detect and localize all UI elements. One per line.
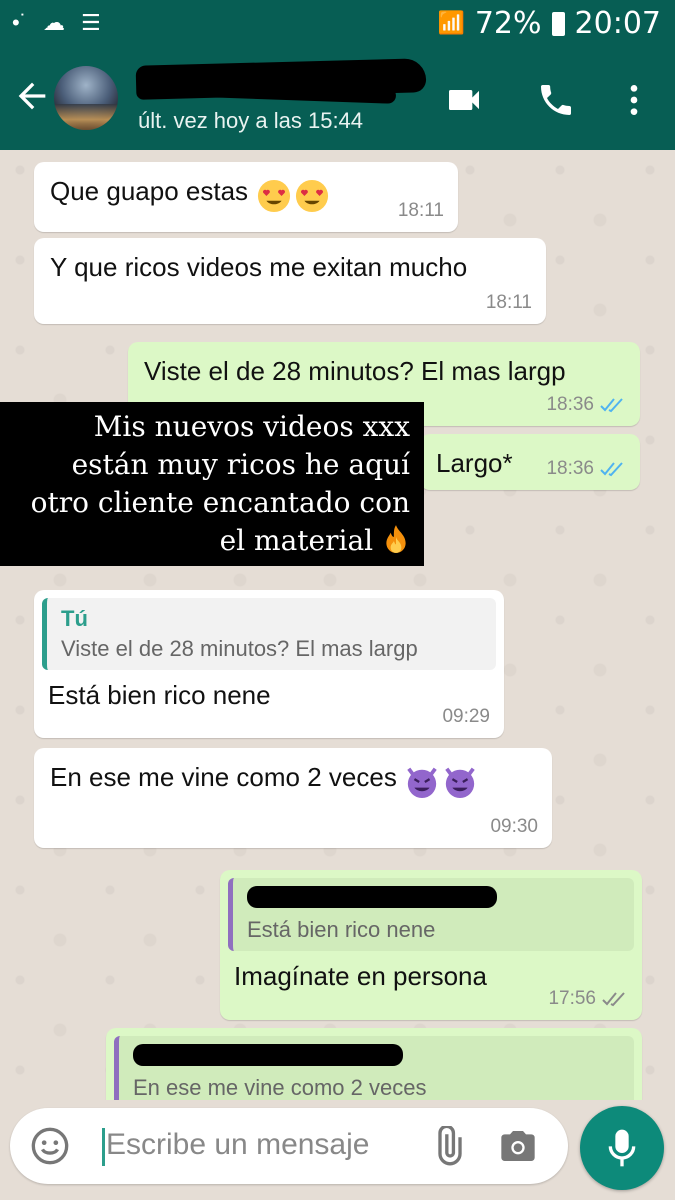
message-text: Largo*: [436, 448, 513, 478]
quote-text: Viste el de 28 minutos? El mas largp: [61, 636, 418, 661]
message-incoming[interactable]: En ese me vine como 2 veces 09:30: [34, 748, 552, 848]
story-caption-overlay: Mis nuevos videos xxx están muy ricos he…: [0, 402, 424, 566]
message-incoming[interactable]: Que guapo estas 18:11: [34, 162, 458, 232]
menu-icon: ☰: [81, 10, 101, 35]
message-meta: 18:36: [546, 458, 626, 480]
message-time: 09:29: [442, 706, 490, 727]
message-meta: 18:36: [546, 394, 626, 416]
video-call-icon[interactable]: [444, 80, 484, 120]
caption-line: Mis nuevos videos xxx: [93, 410, 410, 443]
smiley-icon[interactable]: [30, 1126, 70, 1166]
heart-eyes-emoji: [295, 179, 328, 212]
quote-author: Tú: [61, 606, 88, 631]
message-time: 18:36: [546, 458, 594, 479]
message-text: Viste el de 28 minutos? El mas largp: [144, 356, 566, 386]
status-right: 📶 72% 20:07: [437, 6, 661, 41]
message-text: Imagínate en persona: [234, 961, 487, 991]
wifi-icon: 📶: [437, 11, 465, 36]
message-time: 17:56: [548, 988, 596, 1009]
message-outgoing-reply[interactable]: Está bien rico nene Imagínate en persona…: [220, 870, 642, 1020]
message-outgoing-reply[interactable]: En ese me vine como 2 veces: [106, 1028, 642, 1100]
quote-text: En ese me vine como 2 veces: [133, 1075, 427, 1100]
delivered-ticks-icon: [602, 992, 625, 1007]
last-seen: últ. vez hoy a las 15:44: [138, 108, 364, 133]
message-time: 18:11: [485, 292, 532, 313]
message-meta: 17:56: [548, 988, 628, 1010]
message-incoming-reply[interactable]: Tú Viste el de 28 minutos? El mas largp …: [34, 590, 504, 738]
fire-emoji: [386, 525, 406, 553]
redaction-scribble: [133, 1044, 403, 1066]
attach-icon[interactable]: [428, 1126, 468, 1166]
chat-area[interactable]: Que guapo estas 18:11 Y que ricos videos…: [0, 150, 675, 1100]
message-incoming[interactable]: Y que ricos videos me exitan mucho 18:11: [34, 238, 546, 324]
message-meta: 09:29: [442, 706, 490, 728]
quote-author-redacted: [247, 886, 620, 913]
caption-line-text: el material: [219, 524, 374, 557]
heart-eyes-emoji: [257, 179, 290, 212]
message-text: En ese me vine como 2 veces: [50, 762, 397, 792]
camera-icon[interactable]: [498, 1126, 538, 1166]
quoted-message[interactable]: Está bien rico nene: [228, 878, 634, 951]
message-time: 09:30: [490, 816, 538, 837]
message-meta: 09:30: [490, 816, 538, 838]
avatar[interactable]: [54, 66, 118, 130]
chat-header: últ. vez hoy a las 15:44: [0, 46, 675, 150]
status-bar: •˙ ☁ ☰ 📶 72% 20:07: [0, 0, 675, 46]
battery-percent: 72%: [474, 6, 542, 41]
back-arrow-icon[interactable]: [12, 76, 52, 116]
message-time: 18:11: [397, 200, 444, 221]
read-ticks-icon: [600, 462, 623, 477]
message-meta: 18:11: [486, 292, 532, 314]
smiling-devil-emoji: [407, 767, 438, 798]
more-options-icon[interactable]: [614, 80, 654, 120]
quoted-message[interactable]: Tú Viste el de 28 minutos? El mas largp: [42, 598, 496, 670]
caption-line: otro cliente encantado con: [30, 486, 410, 519]
message-input[interactable]: Escribe un mensaje: [106, 1128, 369, 1162]
dots-icon: •˙: [12, 10, 28, 35]
read-ticks-icon: [600, 398, 623, 413]
quote-author-redacted: [133, 1044, 620, 1071]
message-composer[interactable]: Escribe un mensaje: [10, 1108, 568, 1184]
quoted-message[interactable]: En ese me vine como 2 veces: [114, 1036, 634, 1100]
message-meta: 18:11: [398, 200, 444, 222]
phone-icon[interactable]: [536, 80, 576, 120]
message-time: 18:36: [546, 394, 594, 415]
message-text: Y que ricos videos me exitan mucho: [50, 252, 468, 282]
caption-line: el material: [10, 522, 410, 560]
message-text: Está bien rico nene: [48, 680, 271, 710]
smiling-devil-emoji: [445, 767, 476, 798]
contact-name-redacted[interactable]: [135, 58, 427, 104]
mic-icon: [608, 1129, 636, 1167]
clock: 20:07: [574, 6, 661, 41]
mic-button[interactable]: [580, 1106, 664, 1190]
text-cursor: [102, 1128, 105, 1166]
battery-icon: [551, 11, 565, 36]
redaction-scribble: [247, 886, 497, 908]
message-text: Que guapo estas: [50, 176, 249, 206]
notification-icons: •˙ ☁ ☰: [12, 10, 101, 36]
cloud-icon: ☁: [43, 10, 66, 35]
message-outgoing[interactable]: Largo* 18:36: [420, 434, 640, 490]
quote-text: Está bien rico nene: [247, 917, 436, 942]
caption-line: están muy ricos he aquí: [71, 448, 410, 481]
